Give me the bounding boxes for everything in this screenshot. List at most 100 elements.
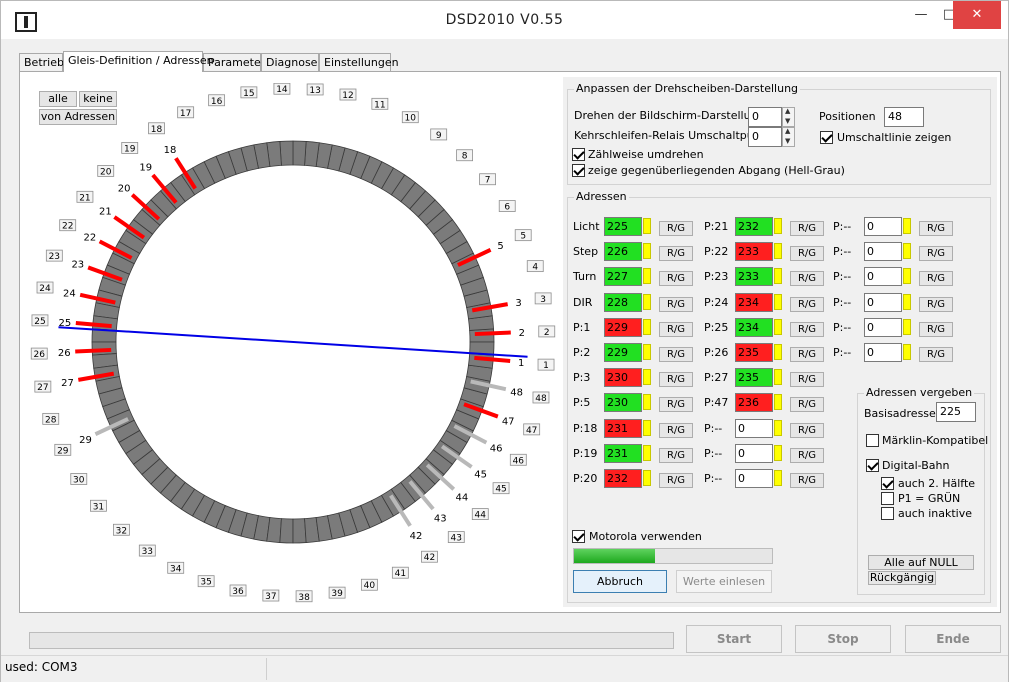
col1-address-input[interactable]: 232 [604, 469, 642, 488]
position-box-number: 7 [485, 176, 491, 186]
inactive-checkbox[interactable] [881, 507, 894, 520]
select-all-button[interactable]: alle [39, 91, 77, 107]
col3-rg-button[interactable]: R/G [919, 271, 953, 286]
col2-rg-button[interactable]: R/G [790, 473, 824, 488]
positions-input[interactable]: 48 [884, 107, 924, 127]
col1-label: P:18 [573, 422, 598, 435]
cancel-button[interactable]: Abbruch [573, 570, 667, 593]
col2-rg-button[interactable]: R/G [790, 397, 824, 412]
tab-einstellungen[interactable]: Einstellungen [319, 53, 399, 71]
col1-rg-button[interactable]: R/G [659, 246, 693, 261]
col3-address-input[interactable]: 0 [864, 343, 902, 362]
maerklin-checkbox[interactable] [866, 434, 879, 447]
col2-address-input[interactable]: 232 [735, 217, 773, 236]
col2-address-input[interactable]: 0 [735, 419, 773, 438]
col2-address-input[interactable]: 0 [735, 444, 773, 463]
connector-number: 2 [519, 328, 525, 339]
col1-rg-button[interactable]: R/G [659, 473, 693, 488]
col2-rg-button[interactable]: R/G [790, 322, 824, 337]
col3-rg-button[interactable]: R/G [919, 221, 953, 236]
col1-rg-button[interactable]: R/G [659, 372, 693, 387]
title-bar[interactable]: DSD2010 V0.55 — □ ✕ [1, 1, 1008, 39]
connector-number: 1 [518, 358, 524, 369]
col2-address-input[interactable]: 233 [735, 242, 773, 261]
rotate-input[interactable]: 0 [748, 107, 782, 127]
col3-address-input[interactable]: 0 [864, 217, 902, 236]
col1-address-input[interactable]: 228 [604, 293, 642, 312]
undo-button[interactable]: Rückgängig [868, 571, 936, 585]
half-checkbox[interactable] [881, 477, 894, 490]
turntable-diagram[interactable]: 1234567891011121314151617181920212223242… [29, 83, 557, 609]
col3-address-input[interactable]: 0 [864, 318, 902, 337]
col2-address-input[interactable]: 0 [735, 469, 773, 488]
col2-rg-button[interactable]: R/G [790, 423, 824, 438]
switchline-checkbox[interactable] [820, 131, 833, 144]
col2-rg-button[interactable]: R/G [790, 448, 824, 463]
show-opposite-checkbox[interactable] [572, 164, 585, 177]
read-values-button[interactable]: Werte einlesen [676, 570, 772, 593]
turntable-canvas[interactable]: 1 2 3 4 5 6 7 8 9 10 11 12 13 14 15 16 17 18 19 20 21 22 23 24 2… [29, 83, 557, 609]
col3-rg-button[interactable]: R/G [919, 246, 953, 261]
col3-rg-button[interactable]: R/G [919, 297, 953, 312]
col3-address-input[interactable]: 0 [864, 267, 902, 286]
relay-spinner[interactable] [782, 127, 795, 147]
stop-button[interactable]: Stop [795, 625, 891, 653]
col1-address-input[interactable]: 226 [604, 242, 642, 261]
tab-betrieb[interactable]: Betrieb [19, 53, 64, 71]
col1-state-indicator [643, 394, 651, 410]
col1-address-input[interactable]: 231 [604, 444, 642, 463]
from-addresses-button[interactable]: von Adressen [39, 109, 117, 125]
col1-address-input[interactable]: 229 [604, 318, 642, 337]
col1-rg-button[interactable]: R/G [659, 423, 693, 438]
base-address-input[interactable]: 225 [936, 402, 976, 422]
col3-label: P:-- [833, 321, 852, 334]
connector-number: 5 [497, 241, 503, 252]
select-none-button[interactable]: keine [79, 91, 117, 107]
col1-address-input[interactable]: 227 [604, 267, 642, 286]
col1-rg-button[interactable]: R/G [659, 397, 693, 412]
col1-address-input[interactable]: 230 [604, 393, 642, 412]
position-box-number: 33 [142, 547, 153, 557]
position-box-number: 18 [151, 125, 163, 135]
col1-rg-button[interactable]: R/G [659, 297, 693, 312]
rotate-spinner[interactable] [782, 107, 795, 127]
col2-rg-button[interactable]: R/G [790, 297, 824, 312]
col3-address-input[interactable]: 0 [864, 242, 902, 261]
digital-checkbox[interactable] [866, 459, 879, 472]
col1-rg-button[interactable]: R/G [659, 271, 693, 286]
col2-rg-button[interactable]: R/G [790, 221, 824, 236]
p1-green-checkbox[interactable] [881, 492, 894, 505]
col2-address-input[interactable]: 234 [735, 293, 773, 312]
close-button[interactable]: ✕ [953, 1, 1001, 29]
col1-rg-button[interactable]: R/G [659, 448, 693, 463]
col2-rg-button[interactable]: R/G [790, 271, 824, 286]
col1-rg-button[interactable]: R/G [659, 221, 693, 236]
col1-address-input[interactable]: 231 [604, 419, 642, 438]
col1-rg-button[interactable]: R/G [659, 347, 693, 362]
tab-gleis-definition[interactable]: Gleis-Definition / Adressen [63, 51, 214, 72]
col2-address-input[interactable]: 235 [735, 368, 773, 387]
all-null-button[interactable]: Alle auf NULL [868, 555, 974, 570]
tab-diagnose[interactable]: Diagnose [261, 53, 319, 71]
col2-address-input[interactable]: 234 [735, 318, 773, 337]
col3-rg-button[interactable]: R/G [919, 347, 953, 362]
col2-rg-button[interactable]: R/G [790, 347, 824, 362]
col2-address-input[interactable]: 233 [735, 267, 773, 286]
connector-number: 19 [139, 163, 152, 174]
start-button[interactable]: Start [686, 625, 782, 653]
col1-rg-button[interactable]: R/G [659, 322, 693, 337]
col1-address-input[interactable]: 229 [604, 343, 642, 362]
col3-address-input[interactable]: 0 [864, 293, 902, 312]
motorola-checkbox[interactable] [572, 530, 585, 543]
col2-address-input[interactable]: 236 [735, 393, 773, 412]
col2-rg-button[interactable]: R/G [790, 372, 824, 387]
count-reverse-checkbox[interactable] [572, 148, 585, 161]
col2-rg-button[interactable]: R/G [790, 246, 824, 261]
col2-address-input[interactable]: 235 [735, 343, 773, 362]
relay-input[interactable]: 0 [748, 127, 782, 147]
inactive-label: auch inaktive [898, 507, 973, 520]
col3-rg-button[interactable]: R/G [919, 322, 953, 337]
col1-address-input[interactable]: 225 [604, 217, 642, 236]
end-button[interactable]: Ende [905, 625, 1001, 653]
col1-address-input[interactable]: 230 [604, 368, 642, 387]
